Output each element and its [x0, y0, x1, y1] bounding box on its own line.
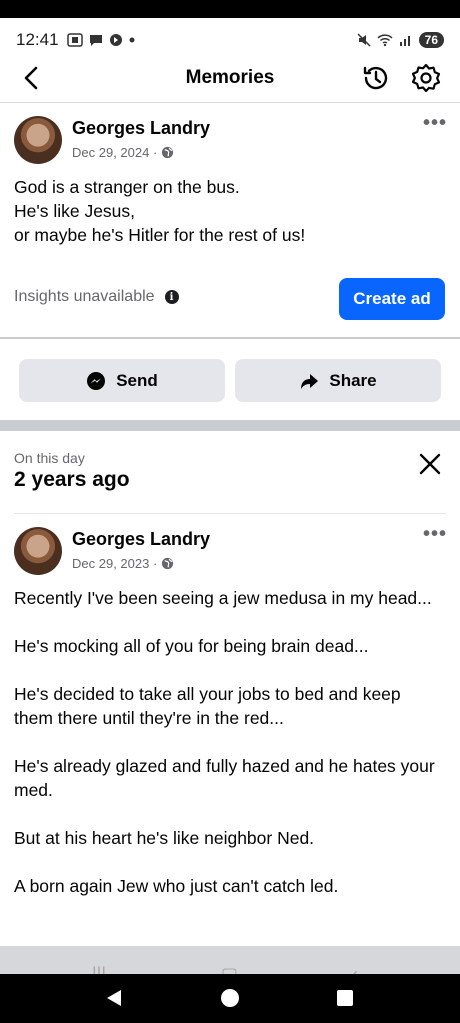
signal-icon — [399, 36, 410, 46]
gear-icon[interactable] — [410, 62, 442, 94]
wifi-icon — [377, 34, 393, 47]
post-author[interactable]: Georges Landry — [72, 118, 210, 139]
post-date-text: Dec 29, 2023 · — [72, 556, 158, 571]
back-arrow-icon[interactable] — [18, 64, 46, 92]
nav-back-icon[interactable] — [105, 988, 123, 1008]
nav-recents-icon[interactable] — [336, 988, 354, 1008]
post-text: Recently I've been seeing a jew medusa i… — [14, 588, 435, 896]
section-divider — [0, 337, 460, 339]
avatar[interactable] — [14, 116, 62, 164]
close-icon[interactable] — [418, 452, 442, 476]
post-options-icon[interactable]: ••• — [423, 112, 447, 135]
header-divider — [0, 102, 460, 103]
post-author[interactable]: Georges Landry — [72, 529, 210, 550]
post-date: Dec 29, 2023 · — [72, 556, 174, 571]
status-time: 12:41 — [16, 30, 59, 49]
battery-icon: 76 — [418, 32, 444, 48]
send-label: Send — [116, 370, 158, 390]
mute-icon — [357, 33, 371, 47]
system-navigation-bar — [0, 974, 460, 1023]
app-header: Memories — [0, 54, 460, 102]
history-icon[interactable] — [360, 62, 392, 94]
system-icons: 76 — [357, 32, 444, 48]
share-arrow-icon — [301, 373, 319, 389]
memory-divider — [14, 513, 446, 514]
nav-home-icon[interactable] — [220, 988, 240, 1008]
post-date-text: Dec 29, 2024 · — [72, 145, 158, 160]
screenshot-icon — [66, 33, 83, 47]
top-black-strip — [0, 0, 460, 18]
years-ago-heading: 2 years ago — [14, 468, 130, 491]
app-notification-icon — [109, 34, 122, 46]
insights-row: Insights unavailable i — [14, 288, 179, 306]
on-this-day-label: On this day — [14, 450, 85, 466]
post-options-icon[interactable]: ••• — [423, 523, 447, 546]
feed-separator — [0, 420, 460, 431]
info-icon[interactable]: i — [164, 290, 179, 304]
messenger-icon — [87, 371, 106, 390]
share-label: Share — [329, 370, 377, 390]
post-text: God is a stranger on the bus. He's like … — [14, 177, 306, 245]
avatar[interactable] — [14, 527, 62, 575]
dot-icon — [129, 37, 135, 43]
globe-icon — [162, 146, 174, 159]
send-button[interactable]: Send — [19, 359, 225, 402]
insights-label: Insights unavailable — [14, 288, 155, 305]
globe-icon — [162, 557, 174, 570]
share-button[interactable]: Share — [235, 359, 441, 402]
notification-icons — [66, 33, 135, 47]
chat-icon — [89, 35, 102, 46]
create-ad-button[interactable]: Create ad — [339, 278, 445, 320]
post-date: Dec 29, 2024 · — [72, 145, 174, 160]
